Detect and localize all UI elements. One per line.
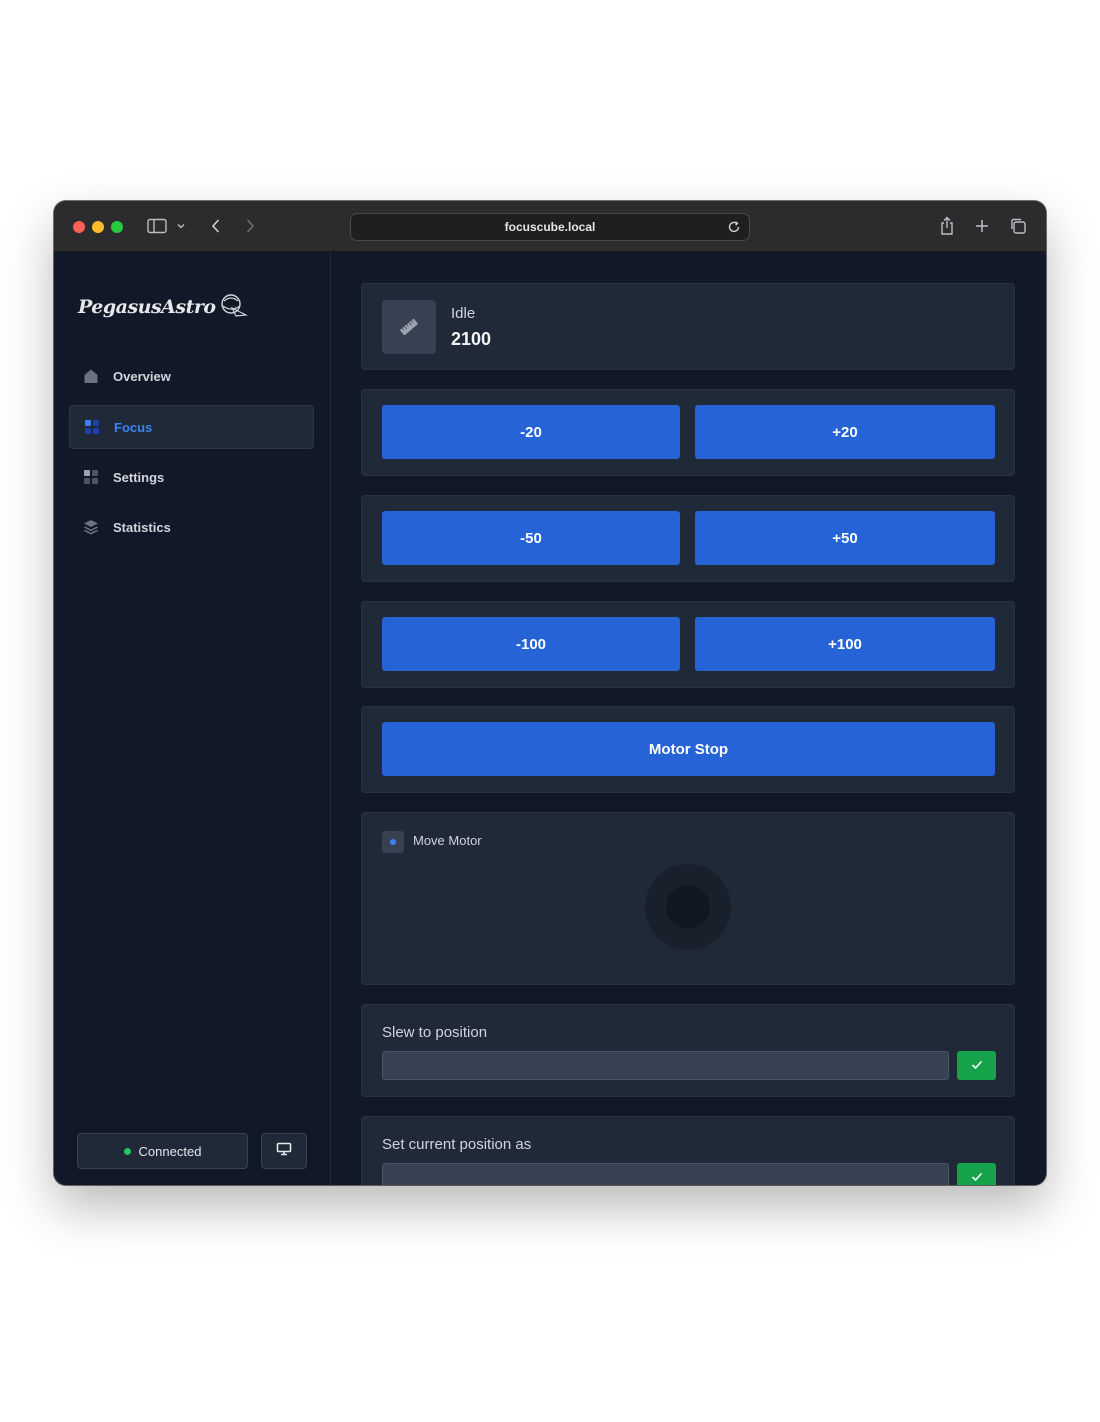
- address-bar[interactable]: focuscube.local: [350, 213, 750, 241]
- step-card-20: -20 +20: [361, 389, 1015, 476]
- motor-stop-button[interactable]: Motor Stop: [382, 722, 995, 776]
- set-position-confirm-button[interactable]: [957, 1163, 996, 1185]
- slew-card: Slew to position: [361, 1004, 1015, 1097]
- zoom-window-button[interactable]: [111, 221, 123, 233]
- home-icon: [83, 368, 99, 384]
- status-card: Idle 2100: [361, 283, 1015, 370]
- grid-icon: [84, 419, 100, 435]
- sidebar-item-focus[interactable]: Focus: [69, 405, 314, 449]
- ruler-icon: [382, 300, 436, 354]
- sidebar-item-label: Statistics: [113, 519, 171, 535]
- joystick-knob[interactable]: [666, 885, 710, 929]
- main-content: Idle 2100 -20 +20 -50 +50 -100 +100 Moto…: [331, 252, 1046, 1185]
- sidebar-item-statistics[interactable]: Statistics: [69, 505, 314, 549]
- brand-logo[interactable]: PegasusAstro: [78, 292, 248, 322]
- forward-icon[interactable]: [239, 215, 261, 237]
- browser-toolbar: focuscube.local: [54, 201, 1046, 252]
- toggle-indicator: [390, 839, 396, 845]
- share-icon[interactable]: [936, 215, 958, 237]
- sidebar-item-overview[interactable]: Overview: [69, 354, 314, 398]
- step-plus-20-button[interactable]: +20: [695, 405, 995, 459]
- browser-window: focuscube.local PegasusAstro Overview Fo…: [54, 201, 1046, 1185]
- new-tab-icon[interactable]: [971, 215, 993, 237]
- display-button[interactable]: [261, 1133, 307, 1169]
- move-motor-label: Move Motor: [413, 833, 482, 848]
- connection-status-button[interactable]: Connected: [77, 1133, 248, 1169]
- layers-icon: [83, 519, 99, 535]
- move-motor-card: Move Motor: [361, 812, 1015, 985]
- minimize-window-button[interactable]: [92, 221, 104, 233]
- monitor-icon: [276, 1142, 292, 1161]
- check-icon: [971, 1058, 983, 1073]
- slew-label: Slew to position: [382, 1024, 488, 1041]
- set-position-input[interactable]: [382, 1163, 949, 1185]
- step-minus-100-button[interactable]: -100: [382, 617, 680, 671]
- sidebar: PegasusAstro Overview Focus Settings Sta…: [54, 252, 331, 1185]
- tab-overview-icon[interactable]: [1007, 215, 1029, 237]
- connection-status-label: Connected: [138, 1143, 202, 1159]
- motor-stop-card: Motor Stop: [361, 706, 1015, 793]
- motor-status-label: Idle: [451, 305, 476, 322]
- sidebar-item-settings[interactable]: Settings: [69, 455, 314, 499]
- joystick-pad[interactable]: [645, 864, 731, 950]
- grid-icon: [83, 469, 99, 485]
- slew-confirm-button[interactable]: [957, 1051, 996, 1080]
- check-icon: [971, 1170, 983, 1185]
- chevron-down-icon[interactable]: [174, 215, 188, 237]
- step-minus-50-button[interactable]: -50: [382, 511, 680, 565]
- slew-position-input[interactable]: [382, 1051, 949, 1080]
- set-position-label: Set current position as: [382, 1136, 532, 1153]
- step-plus-100-button[interactable]: +100: [695, 617, 995, 671]
- move-motor-toggle[interactable]: [382, 831, 404, 853]
- close-window-button[interactable]: [73, 221, 85, 233]
- sidebar-toggle-icon[interactable]: [146, 215, 168, 237]
- step-plus-50-button[interactable]: +50: [695, 511, 995, 565]
- url-text: focuscube.local: [504, 220, 596, 234]
- reload-icon[interactable]: [725, 218, 743, 236]
- sidebar-item-label: Settings: [113, 469, 165, 485]
- brand-mark-icon: [218, 291, 248, 324]
- step-card-50: -50 +50: [361, 495, 1015, 582]
- step-minus-20-button[interactable]: -20: [382, 405, 680, 459]
- sidebar-item-label: Overview: [113, 368, 171, 384]
- motor-position-value: 2100: [451, 329, 492, 349]
- brand-name: PegasusAstro: [78, 296, 216, 318]
- step-card-100: -100 +100: [361, 601, 1015, 688]
- sidebar-item-label: Focus: [114, 419, 153, 435]
- connected-indicator: [123, 1147, 131, 1155]
- back-icon[interactable]: [205, 215, 227, 237]
- set-position-card: Set current position as: [361, 1116, 1015, 1185]
